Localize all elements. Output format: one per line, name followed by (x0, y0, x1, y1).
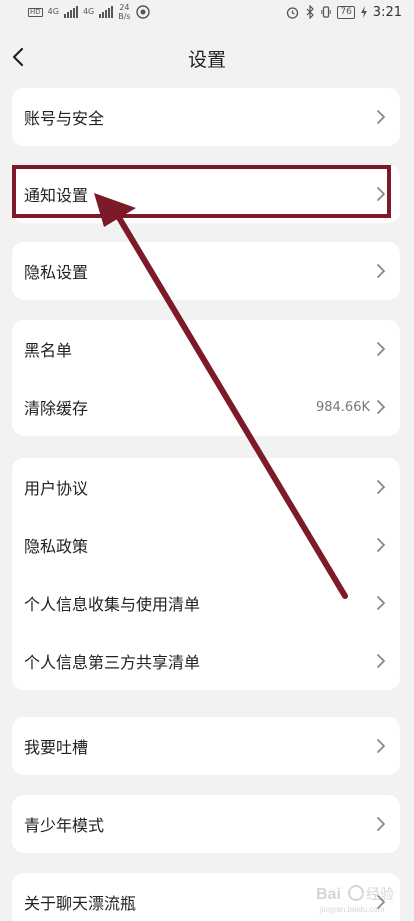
svg-text:经验: 经验 (366, 887, 394, 903)
baidu-watermark-logo: Bai 经验 jingyan.baidu.com (316, 885, 394, 914)
svg-text:jingyan.baidu.com: jingyan.baidu.com (319, 905, 385, 914)
svg-text:Bai: Bai (316, 886, 341, 903)
annotation-arrow (94, 193, 348, 599)
